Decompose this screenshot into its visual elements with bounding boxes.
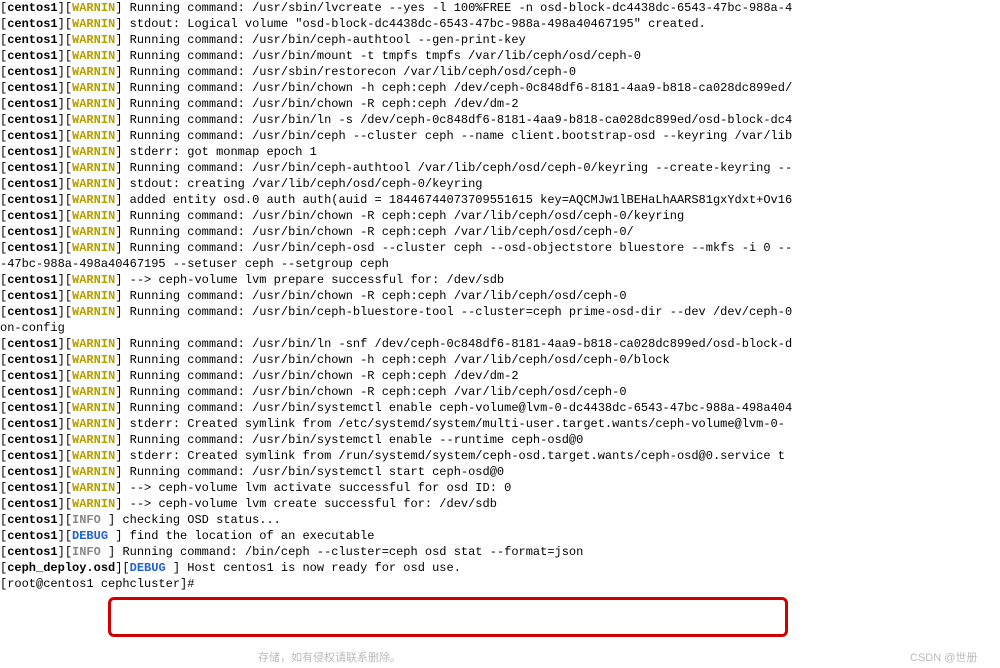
log-line: [centos1][WARNIN] Running command: /usr/… [0,160,1000,176]
log-continuation: on-config [0,320,1000,336]
shell-prompt[interactable]: [root@centos1 cephcluster]# [0,576,1000,592]
log-line: [centos1][WARNIN] stdout: Logical volume… [0,16,1000,32]
log-line: [centos1][WARNIN] Running command: /usr/… [0,368,1000,384]
watermark-mid: 存储，如有侵权请联系删除。 [258,650,401,666]
log-line: [centos1][WARNIN] Running command: /usr/… [0,384,1000,400]
log-line: [centos1][WARNIN] Running command: /usr/… [0,464,1000,480]
log-line: [centos1][WARNIN] Running command: /usr/… [0,352,1000,368]
log-line: [centos1][WARNIN] --> ceph-volume lvm pr… [0,272,1000,288]
log-line: [centos1][WARNIN] stderr: Created symlin… [0,448,1000,464]
log-continuation: -47bc-988a-498a40467195 --setuser ceph -… [0,256,1000,272]
log-line: [centos1][WARNIN] Running command: /usr/… [0,128,1000,144]
log-line: [centos1][WARNIN] added entity osd.0 aut… [0,192,1000,208]
log-line: [centos1][WARNIN] Running command: /usr/… [0,0,1000,16]
log-line: [centos1][WARNIN] Running command: /usr/… [0,400,1000,416]
highlight-rectangle [108,597,788,637]
log-line: [centos1][WARNIN] Running command: /usr/… [0,224,1000,240]
terminal-output: [centos1][WARNIN] Running command: /usr/… [0,0,1000,592]
log-line: [centos1][WARNIN] stderr: Created symlin… [0,416,1000,432]
log-line: [centos1][WARNIN] Running command: /usr/… [0,208,1000,224]
log-line: [centos1][WARNIN] --> ceph-volume lvm cr… [0,496,1000,512]
log-line: [centos1][WARNIN] Running command: /usr/… [0,32,1000,48]
log-line: [centos1][WARNIN] Running command: /usr/… [0,240,1000,256]
log-line: [centos1][WARNIN] Running command: /usr/… [0,80,1000,96]
log-line: [centos1][INFO ] checking OSD status... [0,512,1000,528]
log-line: [centos1][WARNIN] Running command: /usr/… [0,288,1000,304]
log-line: [centos1][WARNIN] --> ceph-volume lvm ac… [0,480,1000,496]
log-line: [centos1][WARNIN] Running command: /usr/… [0,96,1000,112]
log-line: [centos1][DEBUG ] find the location of a… [0,528,1000,544]
log-line: [centos1][WARNIN] stdout: creating /var/… [0,176,1000,192]
log-line: [centos1][WARNIN] Running command: /usr/… [0,112,1000,128]
log-line: [centos1][INFO ] Running command: /bin/c… [0,544,1000,560]
log-line: [centos1][WARNIN] Running command: /usr/… [0,48,1000,64]
watermark-right: CSDN @世册 [910,650,977,666]
log-line: [centos1][WARNIN] Running command: /usr/… [0,304,1000,320]
log-line: [centos1][WARNIN] Running command: /usr/… [0,64,1000,80]
log-line: [centos1][WARNIN] Running command: /usr/… [0,336,1000,352]
log-line: [ceph_deploy.osd][DEBUG ] Host centos1 i… [0,560,1000,576]
log-line: [centos1][WARNIN] Running command: /usr/… [0,432,1000,448]
log-line: [centos1][WARNIN] stderr: got monmap epo… [0,144,1000,160]
